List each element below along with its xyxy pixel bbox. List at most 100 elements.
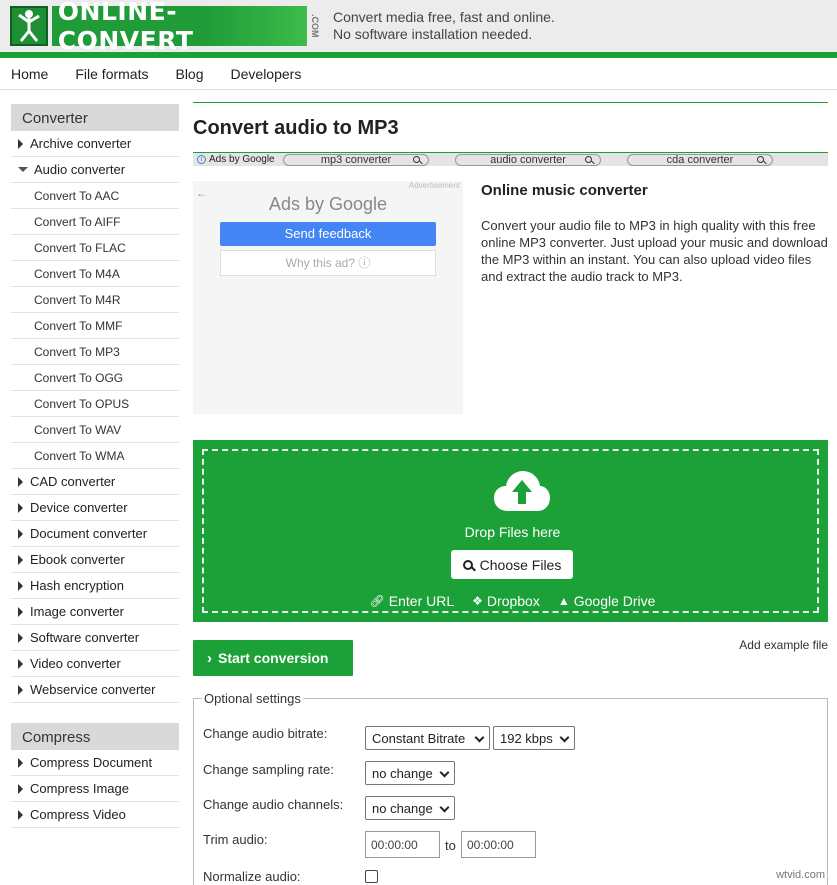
info-heading: Online music converter xyxy=(481,182,648,199)
divider xyxy=(193,102,828,103)
top-nav: Home File formats Blog Developers xyxy=(0,58,837,90)
page-title: Convert audio to MP3 xyxy=(193,117,399,139)
ad-pill-cda[interactable]: cda converter xyxy=(627,153,773,166)
select-value: no change xyxy=(372,800,433,816)
normalize-checkbox[interactable] xyxy=(365,870,378,883)
sidebar-sub-m4r[interactable]: Convert To M4R xyxy=(11,287,179,313)
optional-settings: Optional settings Change audio bitrate: … xyxy=(193,691,828,885)
sidebar-sub-aac[interactable]: Convert To AAC xyxy=(11,183,179,209)
chevron-down-icon xyxy=(559,732,570,743)
google-text: Google xyxy=(329,194,388,214)
search-icon xyxy=(585,155,592,163)
ad-pill-mp3[interactable]: mp3 converter xyxy=(283,153,429,166)
why-this-ad-button[interactable]: Why this ad? ⓘ xyxy=(220,250,436,276)
sidebar-item-label: Compress Document xyxy=(30,755,153,770)
sidebar-item-audio[interactable]: Audio converter xyxy=(11,157,179,183)
sidebar-item-label: Hash encryption xyxy=(30,578,124,593)
trim-end-input[interactable]: 00:00:00 xyxy=(461,831,536,858)
sidebar-item-archive[interactable]: Archive converter xyxy=(11,131,179,157)
sidebar-sub-mp3[interactable]: Convert To MP3 xyxy=(11,339,179,365)
sidebar-item-image[interactable]: Image converter xyxy=(11,599,179,625)
choose-files-button[interactable]: Choose Files xyxy=(451,550,573,579)
chevron-down-icon xyxy=(474,732,485,743)
sidebar-sub-opus[interactable]: Convert To OPUS xyxy=(11,391,179,417)
cloud-upload-icon xyxy=(494,471,550,511)
bitrate-mode-select[interactable]: Constant Bitrate xyxy=(365,726,490,750)
sidebar-sub-aiff[interactable]: Convert To AIFF xyxy=(11,209,179,235)
drop-zone-border: Drop Files here Choose Files 🔗︎ Enter URL… xyxy=(202,449,819,613)
sidebar-item-video[interactable]: Video converter xyxy=(11,651,179,677)
sidebar-item-label: CAD converter xyxy=(30,474,116,489)
audio-channels-select[interactable]: no change xyxy=(365,796,455,820)
trim-to-label: to xyxy=(445,838,456,853)
sidebar-item-label: Archive converter xyxy=(30,136,132,151)
optional-settings-legend: Optional settings xyxy=(202,691,303,706)
site-header: ONLINE-CONVERT .COM Convert media free, … xyxy=(0,0,837,58)
send-feedback-button[interactable]: Send feedback xyxy=(220,222,436,246)
caret-right-icon xyxy=(18,138,23,149)
sidebar-item-software[interactable]: Software converter xyxy=(11,625,179,651)
sidebar-item-cad[interactable]: CAD converter xyxy=(11,469,179,495)
sidebar-item-device[interactable]: Device converter xyxy=(11,495,179,521)
add-example-file-link[interactable]: Add example file xyxy=(739,638,828,652)
ad-row: Advertisement ← Ads by Google Send feedb… xyxy=(193,181,828,414)
choose-files-label: Choose Files xyxy=(479,556,562,573)
sidebar-item-label: Image converter xyxy=(30,604,124,619)
sidebar-item-compress-image[interactable]: Compress Image xyxy=(11,776,179,802)
channels-label: Change audio channels: xyxy=(203,797,344,812)
sidebar-item-label: Device converter xyxy=(30,500,128,515)
site-logo[interactable]: ONLINE-CONVERT .COM xyxy=(10,0,320,55)
sidebar-item-hash[interactable]: Hash encryption xyxy=(11,573,179,599)
start-conversion-button[interactable]: › Start conversion xyxy=(193,640,353,676)
sidebar-sub-ogg[interactable]: Convert To OGG xyxy=(11,365,179,391)
enter-url-link[interactable]: 🔗︎ Enter URL xyxy=(370,593,455,609)
nav-blog[interactable]: Blog xyxy=(175,66,203,82)
caret-right-icon xyxy=(18,528,23,539)
drop-zone[interactable]: Drop Files here Choose Files 🔗︎ Enter URL… xyxy=(193,440,828,622)
caret-right-icon xyxy=(18,554,23,565)
sidebar-sub-flac[interactable]: Convert To FLAC xyxy=(11,235,179,261)
chevron-down-icon xyxy=(439,767,450,778)
normalize-label: Normalize audio: xyxy=(203,869,301,884)
ads-by-google[interactable]: i Ads by Google xyxy=(197,154,283,165)
sidebar-item-label: Document converter xyxy=(30,526,148,541)
nav-home[interactable]: Home xyxy=(11,66,48,82)
sidebar-sub-m4a[interactable]: Convert To M4A xyxy=(11,261,179,287)
sampling-rate-select[interactable]: no change xyxy=(365,761,455,785)
sidebar-item-compress-document[interactable]: Compress Document xyxy=(11,750,179,776)
ad-pill-label: mp3 converter xyxy=(320,153,392,166)
sidebar-sub-wav[interactable]: Convert To WAV xyxy=(11,417,179,443)
sidebar-item-ebook[interactable]: Ebook converter xyxy=(11,547,179,573)
sidebar: Converter Archive converter Audio conver… xyxy=(11,104,179,828)
sidebar-item-document[interactable]: Document converter xyxy=(11,521,179,547)
ad-pill-label: cda converter xyxy=(666,153,734,166)
ad-pill-audio[interactable]: audio converter xyxy=(455,153,601,166)
bitrate-value-select[interactable]: 192 kbps xyxy=(493,726,575,750)
caret-down-icon xyxy=(18,167,28,172)
ad-box: Advertisement ← Ads by Google Send feedb… xyxy=(193,181,463,414)
sidebar-sub-wma[interactable]: Convert To WMA xyxy=(11,443,179,469)
logo-wordmark: ONLINE-CONVERT xyxy=(51,0,307,55)
enter-url-label: Enter URL xyxy=(388,593,455,609)
nav-developers[interactable]: Developers xyxy=(231,66,302,82)
select-value: 192 kbps xyxy=(500,730,553,746)
google-drive-link[interactable]: ▲ Google Drive xyxy=(558,593,656,609)
info-body: Convert your audio file to MP3 in high q… xyxy=(481,218,828,284)
caret-right-icon xyxy=(18,476,23,487)
nav-file-formats[interactable]: File formats xyxy=(75,66,148,82)
sidebar-sub-mmf[interactable]: Convert To MMF xyxy=(11,313,179,339)
sidebar-item-compress-video[interactable]: Compress Video xyxy=(11,802,179,828)
search-icon xyxy=(462,559,473,570)
sidebar-item-webservice[interactable]: Webservice converter xyxy=(11,677,179,703)
caret-right-icon xyxy=(18,606,23,617)
tagline-line-1: Convert media free, fast and online. xyxy=(333,9,555,25)
tagline: Convert media free, fast and online. No … xyxy=(333,9,555,43)
dropbox-label: Dropbox xyxy=(486,593,540,609)
trim-start-input[interactable]: 00:00:00 xyxy=(365,831,440,858)
caret-right-icon xyxy=(18,580,23,591)
caret-right-icon xyxy=(18,658,23,669)
dropbox-link[interactable]: ❖ Dropbox xyxy=(472,593,540,609)
logo-text: ONLINE-CONVERT xyxy=(57,0,194,55)
sidebar-heading-converter: Converter xyxy=(11,104,179,131)
